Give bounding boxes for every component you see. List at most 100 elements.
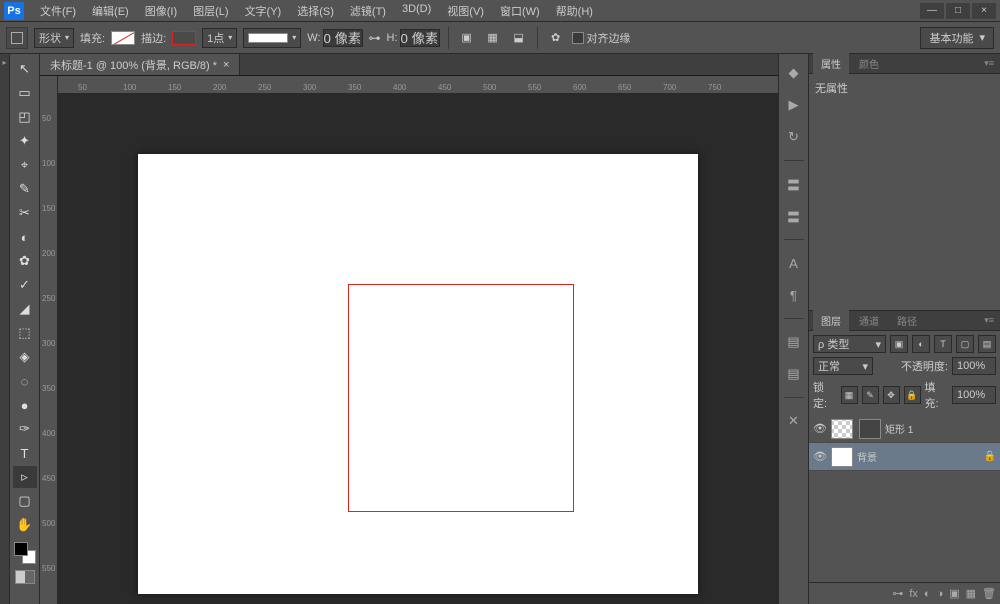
quickmask-icon[interactable]: [15, 570, 35, 584]
layer-name[interactable]: 矩形 1: [885, 421, 996, 436]
menu-file[interactable]: 文件(F): [32, 0, 84, 22]
document-tab[interactable]: 未标题-1 @ 100% (背景, RGB/8) * ×: [40, 54, 240, 75]
close-tab-icon[interactable]: ×: [223, 59, 229, 71]
layer-thumbnail[interactable]: [831, 447, 853, 467]
new-layer-icon[interactable]: ▦: [966, 587, 976, 600]
stroke-weight-dropdown[interactable]: 1点▾: [202, 28, 237, 48]
menu-filter[interactable]: 滤镜(T): [342, 0, 394, 22]
adjustments-panel-icon[interactable]: 〓: [783, 173, 805, 195]
visibility-icon[interactable]: 👁: [813, 450, 827, 463]
link-layers-icon[interactable]: ⊶: [892, 587, 903, 600]
menu-type[interactable]: 文字(Y): [237, 0, 290, 22]
tab-layers[interactable]: 图层: [813, 310, 849, 331]
menu-3d[interactable]: 3D(D): [394, 0, 439, 22]
menu-help[interactable]: 帮助(H): [548, 0, 601, 22]
layer-name[interactable]: 背景: [857, 449, 980, 464]
layer-row-shape[interactable]: 👁 矩形 1: [809, 415, 1000, 443]
close-panel-icon[interactable]: ✕: [783, 410, 805, 432]
stroke-style-dropdown[interactable]: ▾: [243, 28, 301, 48]
new-adjustment-icon[interactable]: ◑: [937, 588, 944, 600]
pen-tool-icon[interactable]: ●: [13, 394, 37, 416]
rectangle-shape[interactable]: [348, 284, 574, 512]
type-tool-icon[interactable]: ✑: [13, 418, 37, 440]
layer-mask-icon[interactable]: ◐: [924, 588, 931, 600]
delete-layer-icon[interactable]: 🗑: [982, 587, 996, 600]
wand-tool-icon[interactable]: ✦: [13, 130, 37, 152]
lock-icon[interactable]: 🔒: [984, 451, 996, 462]
crop-tool-icon[interactable]: ⌖: [13, 154, 37, 176]
lock-pixels-icon[interactable]: ✎: [862, 386, 879, 404]
path-align-button[interactable]: ▣: [457, 28, 477, 48]
path-options-button[interactable]: ⬓: [509, 28, 529, 48]
layers-panel-menu-icon[interactable]: ▾≡: [978, 315, 1000, 326]
link-wh-icon[interactable]: ⊶: [369, 31, 381, 45]
layer-mask-thumbnail[interactable]: [859, 419, 881, 439]
lock-transparent-icon[interactable]: ▦: [841, 386, 858, 404]
filter-smart-icon[interactable]: ▤: [978, 335, 996, 353]
fill-opacity-input[interactable]: 100%: [952, 386, 996, 404]
canvas-viewport[interactable]: [58, 94, 778, 604]
menu-layer[interactable]: 图层(L): [185, 0, 236, 22]
opacity-input[interactable]: 100%: [952, 357, 996, 375]
collapsed-panel-left[interactable]: ▸: [0, 54, 10, 604]
minimize-button[interactable]: —: [920, 3, 944, 19]
eraser-tool-icon[interactable]: ◢: [13, 298, 37, 320]
layer-thumbnail[interactable]: [831, 419, 853, 439]
workspace-dropdown[interactable]: 基本功能▾: [920, 27, 994, 49]
styles-panel-icon[interactable]: 〓: [783, 205, 805, 227]
align-edges-checkbox[interactable]: 对齐边缘: [572, 30, 631, 46]
tab-color[interactable]: 颜色: [851, 53, 887, 74]
panel-icon-a[interactable]: ▤: [783, 331, 805, 353]
swatches-panel-icon[interactable]: ↻: [783, 126, 805, 148]
gear-icon[interactable]: ✿: [546, 28, 566, 48]
filter-type-icon[interactable]: T: [934, 335, 952, 353]
tool-preset-icon[interactable]: [6, 27, 28, 49]
brush-tool-icon[interactable]: ◐: [13, 226, 37, 248]
new-group-icon[interactable]: ▣: [949, 587, 959, 600]
blend-mode-dropdown[interactable]: 正常▾: [813, 357, 873, 375]
hand-tool-icon[interactable]: ▢: [13, 490, 37, 512]
close-button[interactable]: ×: [972, 3, 996, 19]
layer-row-background[interactable]: 👁 背景 🔒: [809, 443, 1000, 471]
eyedropper-tool-icon[interactable]: ✎: [13, 178, 37, 200]
layer-fx-icon[interactable]: fx: [909, 588, 918, 600]
history-panel-icon[interactable]: ◆: [783, 62, 805, 84]
height-input[interactable]: [400, 29, 440, 47]
move-tool-icon[interactable]: ↖: [13, 58, 37, 80]
tab-channels[interactable]: 通道: [851, 310, 887, 331]
marquee-tool-icon[interactable]: ▭: [13, 82, 37, 104]
path-select-tool-icon[interactable]: T: [13, 442, 37, 464]
panel-menu-icon[interactable]: ▾≡: [978, 58, 1000, 69]
fg-bg-swatches[interactable]: [14, 542, 36, 564]
filter-adjust-icon[interactable]: ◐: [912, 335, 930, 353]
shape-mode-dropdown[interactable]: 形状▾: [34, 28, 74, 48]
stroke-swatch[interactable]: [172, 31, 196, 45]
actions-panel-icon[interactable]: ▶: [783, 94, 805, 116]
filter-shape-icon[interactable]: ▢: [956, 335, 974, 353]
zoom-tool-icon[interactable]: ✋: [13, 514, 37, 536]
menu-window[interactable]: 窗口(W): [492, 0, 548, 22]
character-panel-icon[interactable]: A: [783, 252, 805, 274]
lock-position-icon[interactable]: ✥: [883, 386, 900, 404]
stamp-tool-icon[interactable]: ✿: [13, 250, 37, 272]
tab-properties[interactable]: 属性: [813, 53, 849, 74]
gradient-tool-icon[interactable]: ⬚: [13, 322, 37, 344]
menu-view[interactable]: 视图(V): [439, 0, 492, 22]
rectangle-tool-icon[interactable]: ▹: [13, 466, 37, 488]
visibility-icon[interactable]: 👁: [813, 422, 827, 435]
path-arrange-button[interactable]: ▦: [483, 28, 503, 48]
canvas[interactable]: [138, 154, 698, 594]
lock-all-icon[interactable]: 🔒: [904, 386, 921, 404]
menu-edit[interactable]: 编辑(E): [84, 0, 137, 22]
dodge-tool-icon[interactable]: ◌: [13, 370, 37, 392]
blur-tool-icon[interactable]: ◈: [13, 346, 37, 368]
menu-select[interactable]: 选择(S): [289, 0, 342, 22]
filter-pixel-icon[interactable]: ▣: [890, 335, 908, 353]
heal-tool-icon[interactable]: ✂: [13, 202, 37, 224]
tab-paths[interactable]: 路径: [889, 310, 925, 331]
layer-filter-dropdown[interactable]: ρ 类型▾: [813, 335, 886, 353]
maximize-button[interactable]: □: [946, 3, 970, 19]
lasso-tool-icon[interactable]: ◰: [13, 106, 37, 128]
history-brush-tool-icon[interactable]: ✓: [13, 274, 37, 296]
menu-image[interactable]: 图像(I): [137, 0, 185, 22]
